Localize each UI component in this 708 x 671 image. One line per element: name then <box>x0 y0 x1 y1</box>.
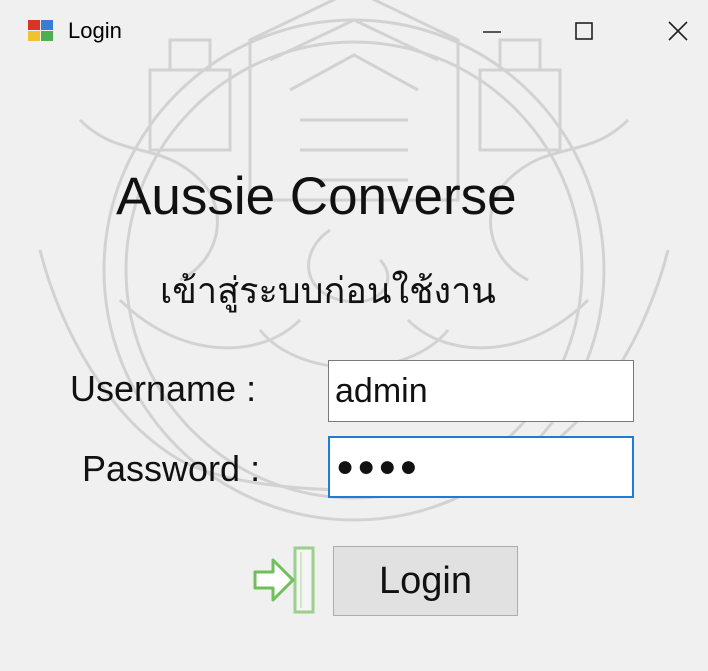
close-button[interactable] <box>648 6 708 56</box>
maximize-icon <box>575 22 593 40</box>
username-field[interactable]: admin <box>328 360 634 422</box>
password-label: Password : <box>82 448 261 489</box>
password-field[interactable]: ●●●● <box>328 436 634 498</box>
username-label: Username : <box>70 368 257 409</box>
window-title: Login <box>68 18 122 43</box>
app-title: Aussie Converse <box>116 167 517 226</box>
login-button[interactable]: Login <box>333 546 518 616</box>
close-icon <box>668 21 688 41</box>
login-window: Login Aussie Converse เข้าสู่ระบบก่อนใช้… <box>0 0 708 671</box>
minimize-icon <box>483 31 501 33</box>
login-arrow-icon <box>253 546 315 614</box>
maximize-button[interactable] <box>556 6 612 56</box>
app-window-icon <box>28 20 53 41</box>
title-bar: Login <box>0 0 708 62</box>
login-subtitle: เข้าสู่ระบบก่อนใช้งาน <box>160 271 496 312</box>
minimize-button[interactable] <box>464 6 520 56</box>
